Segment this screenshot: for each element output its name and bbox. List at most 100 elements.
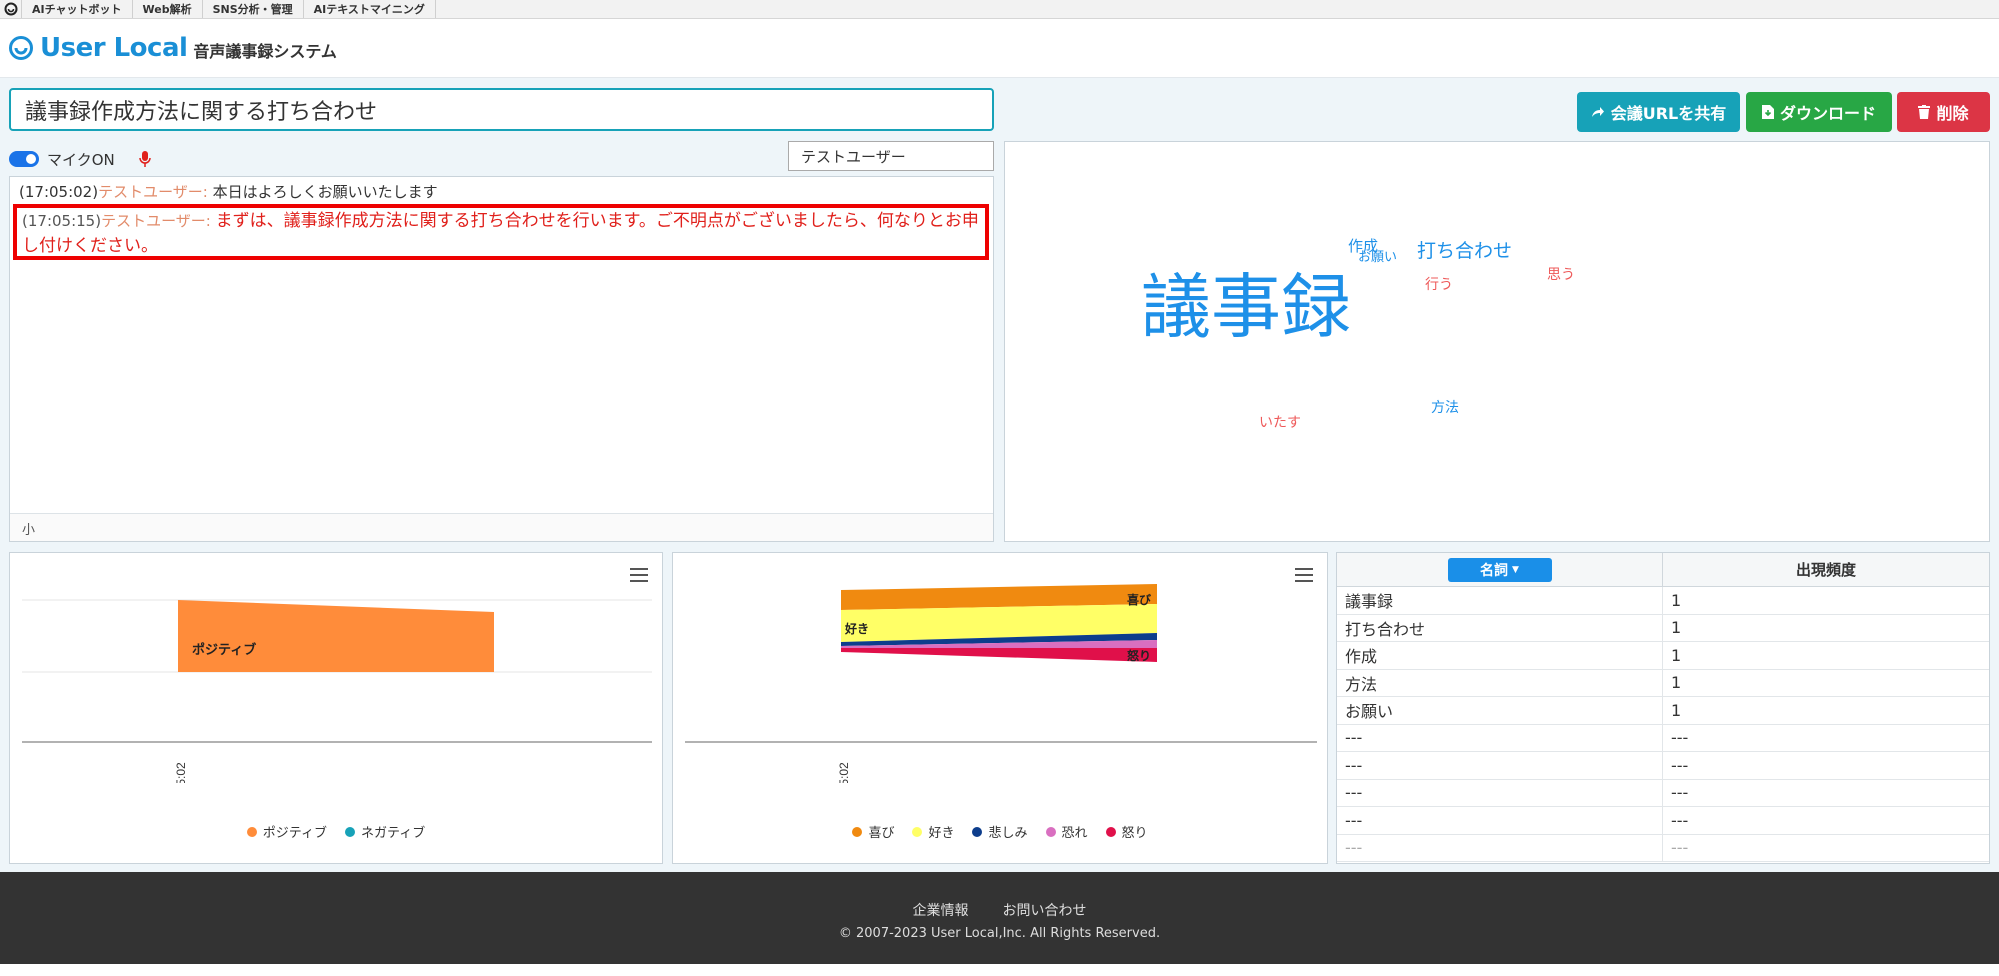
cloud-word: 方法 xyxy=(1431,400,1459,416)
bottom-strip xyxy=(0,964,1999,976)
mic-toggle[interactable] xyxy=(9,151,39,167)
word-cell: 打ち合わせ xyxy=(1337,614,1663,641)
emotion-chart-panel: 喜び好き怒り17:05:02 喜び 好き 悲しみ 恐れ 怒り xyxy=(672,552,1328,864)
legend-label: ネガティブ xyxy=(361,826,426,841)
emotion-legend: 喜び 好き 悲しみ 恐れ 怒り xyxy=(673,822,1327,841)
legend-dot xyxy=(852,826,863,837)
service-link-sns[interactable]: SNS分析・管理 xyxy=(203,0,304,18)
word-type-dropdown[interactable]: 名詞 ▼ xyxy=(1447,557,1552,582)
product-name: 音声議事録システム xyxy=(193,42,337,61)
transcript-panel: (17:05:02)テストユーザー: 本日はよろしくお願いいたします (17:0… xyxy=(9,176,994,542)
word-cell: 作成 xyxy=(1337,642,1663,669)
company-info-link[interactable]: 企業情報 xyxy=(913,900,969,920)
legend-label: ポジティブ xyxy=(262,826,327,841)
site-header: User Local 音声議事録システム xyxy=(0,19,1999,78)
count-cell: --- xyxy=(1671,838,1689,858)
word-type-label: 名詞 xyxy=(1480,562,1509,579)
table-row: --- --- xyxy=(1337,779,1989,807)
count-cell: 1 xyxy=(1671,618,1682,638)
word-cell: 議事録 xyxy=(1337,587,1663,614)
table-row: 議事録 1 xyxy=(1337,587,1989,615)
font-size-toggle[interactable]: 小 xyxy=(10,513,993,541)
count-cell: 1 xyxy=(1671,673,1682,693)
share-url-label: 会議URLを共有 xyxy=(1610,104,1727,123)
cloud-word: 行う xyxy=(1425,277,1453,293)
legend-dot-negative xyxy=(345,826,355,837)
sentiment-legend: ポジティブ ネガティブ xyxy=(10,822,662,841)
site-footer: 企業情報 お問い合わせ © 2007-2023 User Local,Inc. … xyxy=(0,872,1999,964)
positive-area xyxy=(178,600,494,672)
legend-item-joy[interactable]: 喜び xyxy=(852,822,894,841)
area-label: ポジティブ xyxy=(192,642,256,657)
legend-dot-positive xyxy=(246,826,257,837)
area-label: 怒り xyxy=(1127,648,1151,663)
legend-label: 喜び xyxy=(868,826,895,841)
legend-label: 怒り xyxy=(1121,826,1148,841)
legend-item-positive[interactable]: ポジティブ xyxy=(246,822,327,841)
footer-links: 企業情報 お問い合わせ xyxy=(0,900,1999,920)
service-link-web-analytics[interactable]: Web解析 xyxy=(133,0,203,18)
cloud-word: 思う xyxy=(1547,267,1575,283)
legend-item-anger[interactable]: 怒り xyxy=(1105,822,1148,841)
meeting-title-input[interactable]: 議事録作成方法に関する打ち合わせ xyxy=(9,88,994,131)
word-cell: お願い xyxy=(1337,697,1663,724)
service-link-text-mining[interactable]: AIテキストマイニング xyxy=(304,0,436,18)
share-url-button[interactable]: 会議URLを共有 xyxy=(1577,92,1740,132)
share-icon xyxy=(1591,107,1604,117)
entry-text: 本日はよろしくお願いいたします xyxy=(212,183,438,201)
speaker-select[interactable]: テストユーザー xyxy=(788,141,994,171)
count-header: 出現頻度 xyxy=(1795,561,1856,579)
word-cell: --- xyxy=(1337,724,1663,751)
emotion-area xyxy=(841,648,1157,662)
count-cell: 1 xyxy=(1671,645,1682,665)
table-row: お願い 1 xyxy=(1337,697,1989,725)
cloud-word: 打ち合わせ xyxy=(1417,240,1513,262)
legend-item-negative[interactable]: ネガティブ xyxy=(345,822,425,841)
table-row: --- --- xyxy=(1337,752,1989,780)
brand-logo[interactable]: User Local xyxy=(8,33,188,63)
legend-item-like[interactable]: 好き xyxy=(912,822,954,841)
service-bar: AIチャットボット Web解析 SNS分析・管理 AIテキストマイニング xyxy=(0,0,1999,19)
cloud-word: いたす xyxy=(1259,415,1301,431)
frequency-rows: 議事録 1 打ち合わせ 1 作成 1 方法 1 お願い 1 --- --- --- --- --- --- --… xyxy=(1337,587,1989,862)
legend-dot xyxy=(972,826,983,837)
legend-item-fear[interactable]: 恐れ xyxy=(1045,822,1088,841)
legend-label: 悲しみ xyxy=(988,826,1028,841)
frequency-table-header: 名詞 ▼ 出現頻度 xyxy=(1337,553,1989,587)
legend-label: 好き xyxy=(928,826,955,841)
legend-item-sadness[interactable]: 悲しみ xyxy=(972,822,1028,841)
file-download-icon xyxy=(1761,105,1774,119)
x-tick-label: 17:05:02 xyxy=(837,762,851,783)
word-cell: --- xyxy=(1337,807,1663,834)
table-row: --- --- xyxy=(1337,724,1989,752)
delete-button[interactable]: 削除 xyxy=(1897,92,1990,132)
legend-dot xyxy=(912,826,923,837)
copyright: © 2007-2023 User Local,Inc. All Rights R… xyxy=(838,926,1161,941)
microphone-icon[interactable] xyxy=(138,151,151,167)
sentiment-chart-panel: ポジティブ 17:05:02 ポジティブ ネガティブ xyxy=(9,552,663,864)
count-cell: --- xyxy=(1671,783,1689,803)
entry-speaker: テストユーザー: xyxy=(101,212,216,230)
word-cell: 方法 xyxy=(1337,669,1663,696)
caret-down-icon: ▼ xyxy=(1512,564,1519,575)
table-row: 方法 1 xyxy=(1337,669,1989,697)
area-label: 好き xyxy=(844,621,869,636)
download-button[interactable]: ダウンロード xyxy=(1746,92,1892,132)
userlocal-small-logo-icon[interactable] xyxy=(0,0,22,18)
legend-label: 恐れ xyxy=(1061,826,1088,841)
transcript-entry-highlighted: (17:05:15)テストユーザー: まずは、議事録作成方法に関する打ち合わせを… xyxy=(13,204,989,260)
service-link-chatbot[interactable]: AIチャットボット xyxy=(22,0,133,18)
contact-link[interactable]: お問い合わせ xyxy=(1003,900,1087,920)
delete-label: 削除 xyxy=(1936,104,1969,123)
table-row: 作成 1 xyxy=(1337,642,1989,670)
count-cell: --- xyxy=(1671,728,1689,748)
x-tick-label: 17:05:02 xyxy=(174,762,188,783)
trash-icon xyxy=(1918,105,1931,119)
emotion-chart: 喜び好き怒り 17:05:02 xyxy=(685,584,1317,783)
count-cell: --- xyxy=(1671,755,1689,775)
brand-name: User Local xyxy=(40,33,188,63)
word-cell: --- xyxy=(1337,752,1663,779)
word-cloud-panel: 議事録 打ち合わせ 作成 お願い お願い 方法 行う 思う いたす xyxy=(1004,141,1990,542)
download-label: ダウンロード xyxy=(1779,104,1876,123)
table-row: --- --- xyxy=(1337,834,1989,862)
